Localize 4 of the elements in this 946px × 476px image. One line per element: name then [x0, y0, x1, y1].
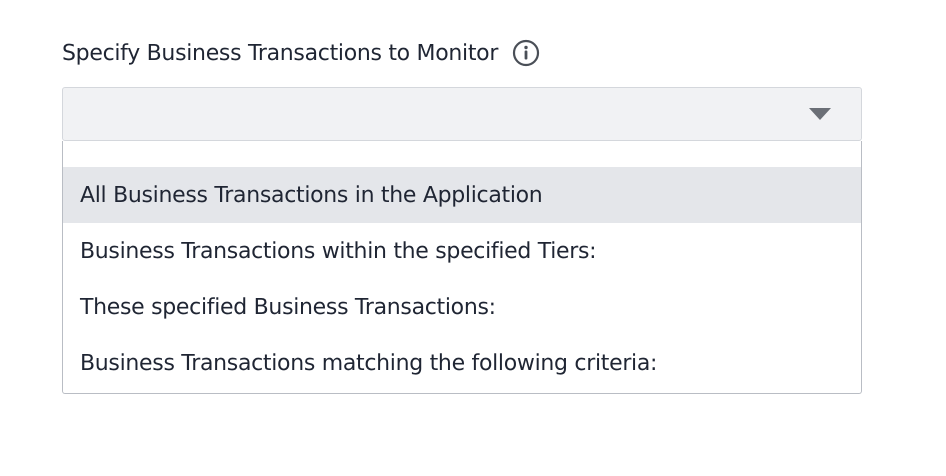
info-icon[interactable] — [512, 39, 540, 67]
field-label: Specify Business Transactions to Monitor — [62, 40, 498, 66]
dropdown-option[interactable]: All Business Transactions in the Application — [63, 167, 861, 223]
caret-icon — [809, 108, 831, 120]
